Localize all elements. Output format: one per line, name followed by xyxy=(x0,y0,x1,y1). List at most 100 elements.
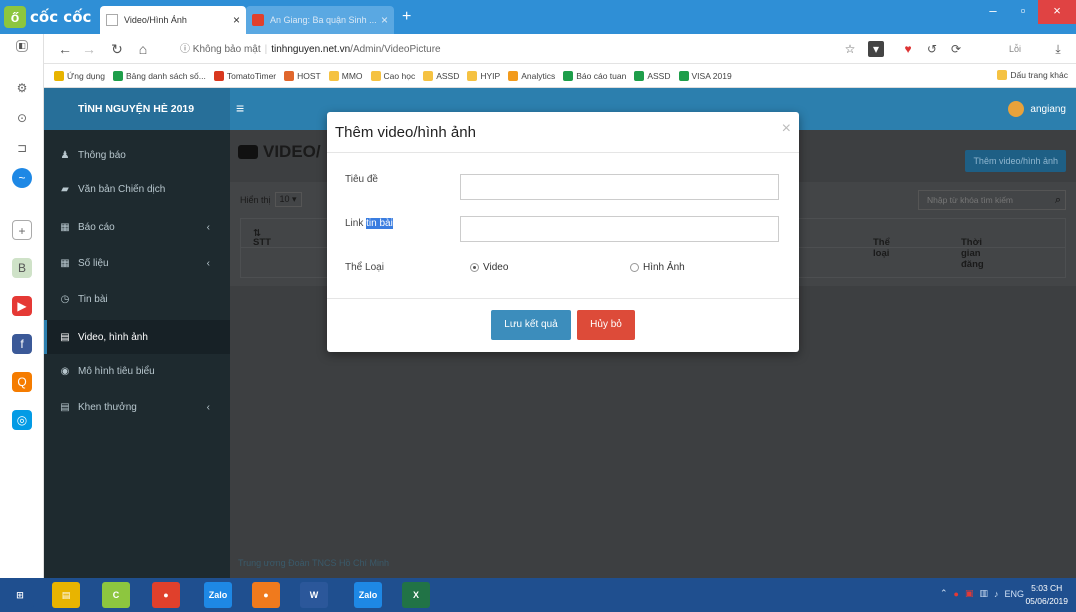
bookmark-item[interactable]: HOST xyxy=(284,70,321,81)
search-app-icon[interactable]: Q xyxy=(12,372,32,392)
tab-close-icon[interactable]: × xyxy=(233,13,240,27)
tab-close-icon[interactable]: × xyxy=(381,13,388,27)
bookmark-icon xyxy=(328,70,339,81)
settings-icon[interactable]: ⚙ xyxy=(12,78,32,98)
bookmark-item[interactable]: ASSD xyxy=(423,70,459,81)
sidebar-toggle-icon[interactable]: ◧ xyxy=(16,40,28,52)
tab-video-hinh-anh[interactable]: Video/Hình Ảnh × xyxy=(100,6,246,34)
bookmark-item[interactable]: VISA 2019 xyxy=(678,70,732,81)
back-arrow-icon[interactable]: ← xyxy=(56,40,74,58)
extension-icon[interactable]: ♥ xyxy=(900,41,916,57)
clock[interactable]: 5:03 CH 05/06/2019 xyxy=(1025,582,1068,608)
zalo-2-icon[interactable]: Zalo xyxy=(354,582,382,608)
sidebar-item-label: Số liệu xyxy=(78,257,109,269)
url-field[interactable]: ⓘ Không bảo mật | tinhnguyen.net.vn/Admin/… xyxy=(180,40,441,58)
close-window-button[interactable]: × xyxy=(1038,0,1076,24)
user-name: angiang xyxy=(1030,103,1066,115)
tab-an-giang[interactable]: An Giang: Ba quận Sinh ... × xyxy=(246,6,394,34)
extension-icon[interactable]: ⊐ xyxy=(12,138,32,158)
globe-icon: ◉ xyxy=(60,365,70,377)
page-length-select[interactable]: 10 ▾ xyxy=(274,192,302,207)
browser-tab-bar: ő cốc cốc Video/Hình Ảnh × An Giang: Ba … xyxy=(0,0,1076,34)
sidebar-item-7[interactable]: ◉ Mô hình tiêu biểu xyxy=(44,354,230,388)
save-button[interactable]: Lưu kết quả xyxy=(491,310,571,340)
column-stt[interactable]: STT ⇅ xyxy=(253,228,271,248)
bookmark-item[interactable]: Ứng dụng xyxy=(54,70,105,81)
bookmark-star-icon[interactable]: ☆ xyxy=(842,41,858,57)
camera-app-icon[interactable]: ◎ xyxy=(12,410,32,430)
reload-icon[interactable]: ↻ xyxy=(108,40,126,58)
close-icon[interactable]: × xyxy=(782,120,791,138)
bookmark-item[interactable]: HYIP xyxy=(467,70,500,81)
file-explorer-icon[interactable]: ▤ xyxy=(52,582,80,608)
bookmarks-bar: Ứng dụng Bảng danh sách số... TomatoTimer H… xyxy=(0,64,1076,88)
tray-arrow-icon[interactable]: ⌃ xyxy=(940,588,948,599)
bookmark-item[interactable]: MMO xyxy=(328,70,363,81)
bookmark-item[interactable]: ASSD xyxy=(634,70,671,81)
profile-error-badge[interactable]: Lỗi xyxy=(1000,41,1030,57)
minimize-button[interactable]: – xyxy=(978,0,1008,24)
app-b-icon[interactable]: B xyxy=(12,258,32,278)
radio-video[interactable]: Video xyxy=(470,262,508,273)
sidebar-item-4[interactable]: ▦ Số liệu ‹ xyxy=(44,246,230,280)
search-input[interactable]: Nhập từ khóa tìm kiếm ⌕ xyxy=(918,190,1066,210)
sidebar-item-3[interactable]: ▦ Báo cáo ‹ xyxy=(44,210,230,244)
sidebar-item-label: Khen thưởng xyxy=(78,401,137,413)
forward-arrow-icon[interactable]: → xyxy=(80,40,98,58)
add-video-button[interactable]: Thêm video/hình ảnh xyxy=(965,150,1066,172)
firefox-icon[interactable]: ● xyxy=(252,582,280,608)
zalo-icon[interactable]: Zalo xyxy=(204,582,232,608)
windows-start-icon[interactable]: ⊞ xyxy=(6,582,34,608)
messenger-icon[interactable]: ~ xyxy=(12,168,32,188)
bookmark-item[interactable]: Báo cáo tuan xyxy=(563,70,626,81)
history-icon[interactable]: ⊙ xyxy=(12,108,32,128)
other-bookmarks[interactable]: Dấu trang khác xyxy=(997,70,1068,80)
excel-icon[interactable]: X xyxy=(402,582,430,608)
radio-hinh-anh[interactable]: Hình Ảnh xyxy=(630,262,685,273)
clock-date: 05/06/2019 xyxy=(1025,596,1068,606)
youtube-icon[interactable]: ▶ xyxy=(12,296,32,316)
chevron-left-icon: ‹ xyxy=(206,257,210,269)
download-box-icon[interactable]: ▾ xyxy=(868,41,884,57)
modal-footer-divider xyxy=(327,298,799,299)
bookmark-item[interactable]: Cao học xyxy=(370,70,415,81)
link-input[interactable] xyxy=(460,216,779,242)
sidebar-item-6[interactable]: ▤ Video, hình ảnh xyxy=(44,320,230,354)
network-icon[interactable]: ▥ xyxy=(979,588,988,599)
app-title[interactable]: TÌNH NGUYỆN HÈ 2019 xyxy=(44,88,230,130)
home-icon[interactable]: ⌂ xyxy=(134,40,152,58)
chrome-icon[interactable]: ● xyxy=(152,582,180,608)
sync-icon[interactable]: ⟳ xyxy=(948,41,964,57)
sidebar-item-8[interactable]: ▤ Khen thưởng ‹ xyxy=(44,390,230,424)
windows-taskbar: ⌃ ● ▣ ▥ ♪ ENG 5:03 CH 05/06/2019 ⊞ ▤ C ● Zal… xyxy=(0,578,1076,612)
sidebar-item-2[interactable]: ▰ Văn bản Chiến dịch xyxy=(44,172,230,206)
chevron-left-icon: ‹ xyxy=(206,221,210,233)
cancel-button[interactable]: Hủy bỏ xyxy=(577,310,635,340)
coccoc-icon[interactable]: C xyxy=(102,582,130,608)
coccoc-logo[interactable]: ő cốc cốc xyxy=(4,6,96,28)
footer-text: Trung ương Đoàn TNCS Hồ Chí Minh xyxy=(238,558,389,568)
bookmark-item[interactable]: TomatoTimer xyxy=(213,70,276,81)
title-input[interactable] xyxy=(460,174,779,200)
sidebar-item-5[interactable]: ◷ Tin bài xyxy=(44,282,230,316)
add-icon[interactable]: + xyxy=(12,220,32,240)
sidebar-item-1[interactable]: ♟ Thông báo xyxy=(44,138,230,172)
language-indicator[interactable]: ENG xyxy=(1004,589,1024,599)
tray-app-icon[interactable]: ● xyxy=(954,589,959,599)
bookmark-item[interactable]: Bảng danh sách số... xyxy=(112,70,206,81)
info-icon[interactable]: ⓘ xyxy=(180,44,190,55)
sidebar-item-label: Báo cáo xyxy=(78,221,115,233)
word-icon[interactable]: W xyxy=(300,582,328,608)
bookmark-item[interactable]: Analytics xyxy=(508,70,555,81)
volume-icon[interactable]: ♪ xyxy=(994,589,999,599)
menu-toggle-icon[interactable]: ≡ xyxy=(236,100,244,116)
tray-mail-icon[interactable]: ▣ xyxy=(965,588,974,599)
new-tab-button[interactable]: + xyxy=(402,8,411,26)
history-icon[interactable]: ↺ xyxy=(924,41,940,57)
search-icon[interactable]: ⌕ xyxy=(1055,191,1061,209)
download-icon[interactable]: ⤓ xyxy=(1050,41,1066,57)
user-menu[interactable]: angiang xyxy=(1008,101,1066,117)
facebook-icon[interactable]: f xyxy=(12,334,32,354)
maximize-button[interactable]: ▫ xyxy=(1008,0,1038,24)
system-tray: ⌃ ● ▣ ▥ ♪ ENG xyxy=(934,588,1024,599)
